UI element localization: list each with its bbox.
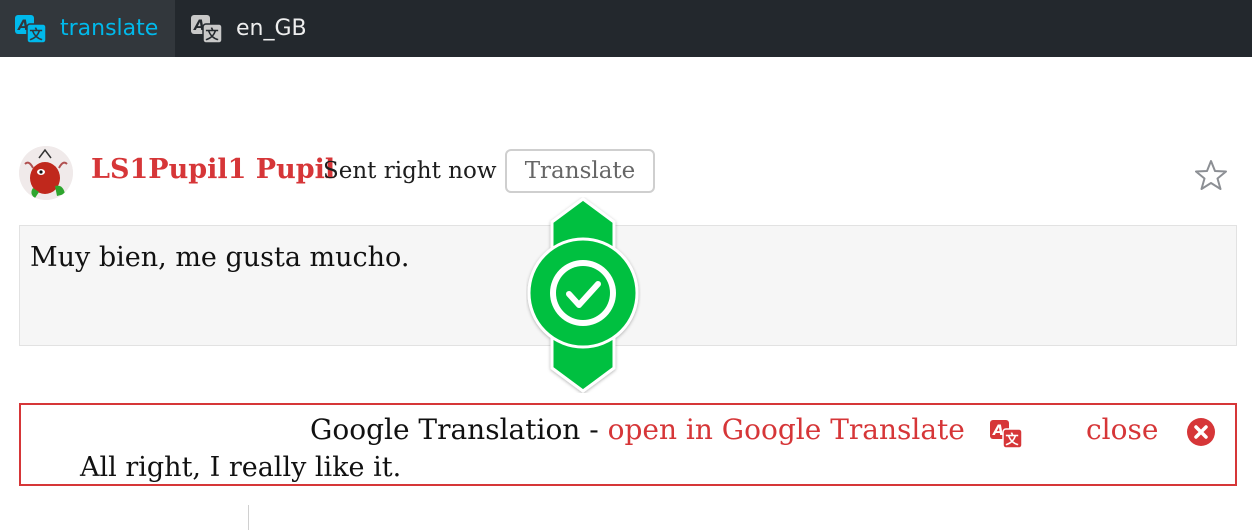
google-translate-icon[interactable]: A 文 <box>989 419 1025 449</box>
translation-separator: - <box>580 413 608 446</box>
svg-text:A: A <box>992 423 1004 439</box>
tab-translate-label: translate <box>60 16 159 41</box>
star-icon[interactable] <box>1195 159 1227 191</box>
svg-text:文: 文 <box>206 27 220 43</box>
avatar[interactable] <box>19 146 73 200</box>
open-google-translate-link[interactable]: open in Google Translate <box>608 413 965 446</box>
divider <box>248 505 249 530</box>
comment-author[interactable]: LS1Pupil1 Pupil <box>91 154 335 185</box>
avatar-image <box>19 146 73 200</box>
admin-toolbar: A 文 translate A 文 en_GB <box>0 0 1252 57</box>
close-translation-link[interactable]: close <box>1086 413 1158 446</box>
translation-text: All right, I really like it. <box>80 452 402 483</box>
svg-text:文: 文 <box>30 27 44 43</box>
translate-icon: A 文 <box>191 14 223 44</box>
translate-button[interactable]: Translate <box>505 149 655 193</box>
svg-text:文: 文 <box>1006 432 1020 448</box>
comment-timestamp: Sent right now <box>323 158 497 184</box>
comment-message-text: Muy bien, me gusta mucho. <box>30 242 410 273</box>
close-circle-icon[interactable] <box>1186 417 1216 447</box>
translation-header: Google Translation - open in Google Tran… <box>310 413 965 446</box>
check-badge-icon <box>527 197 639 393</box>
translation-title: Google Translation <box>310 413 581 446</box>
translation-panel: Google Translation - open in Google Tran… <box>19 403 1237 486</box>
tab-locale-label: en_GB <box>236 16 307 41</box>
translate-icon: A 文 <box>15 14 47 44</box>
tab-locale[interactable]: A 文 en_GB <box>190 0 307 57</box>
tab-translate[interactable]: A 文 translate <box>0 0 175 57</box>
